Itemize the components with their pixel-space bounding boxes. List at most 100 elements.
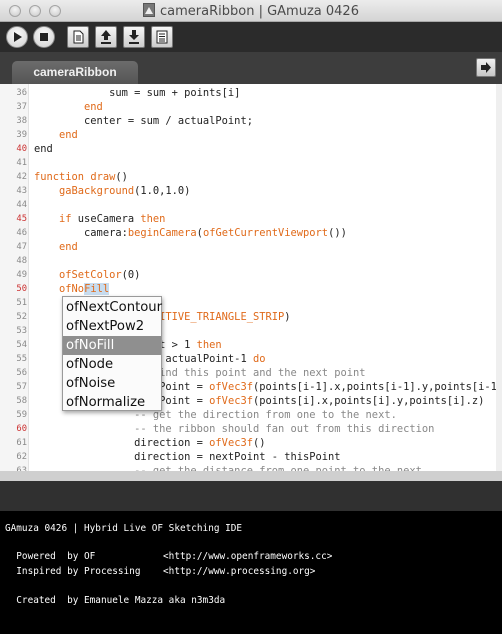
document-icon xyxy=(73,30,84,44)
code-line: 61 direction = ofVec3f() xyxy=(0,436,500,450)
line-number: 41 xyxy=(16,158,27,168)
code-line: 43 gaBackground(1.0,1.0) xyxy=(0,184,500,198)
line-number: 63 xyxy=(16,466,27,471)
code-text: camera:beginCamera(ofGetCurrentViewport(… xyxy=(34,227,347,239)
line-number: 61 xyxy=(16,438,27,448)
download-button[interactable] xyxy=(123,26,145,48)
autocomplete-item[interactable]: ofNoise xyxy=(63,374,161,393)
line-number: 53 xyxy=(16,326,27,336)
line-number: 50 xyxy=(16,284,27,294)
console-output: GAmuza 0426 | Hybrid Live OF Sketching I… xyxy=(0,511,502,634)
code-text: ofSetColor(0) xyxy=(59,269,141,281)
code-line: 38 center = sum / actualPoint; xyxy=(0,114,500,128)
line-number: 52 xyxy=(16,312,27,322)
code-line: 40 end xyxy=(0,142,500,156)
line-number: 47 xyxy=(16,242,27,252)
code-line: 47 end xyxy=(0,240,500,254)
code-text: gaBackground(1.0,1.0) xyxy=(59,185,191,197)
window-title: cameraRibbon | GAmuza 0426 xyxy=(160,4,359,19)
line-number: 37 xyxy=(16,102,27,112)
code-text: function draw() xyxy=(34,171,128,183)
window-title-area: cameraRibbon | GAmuza 0426 xyxy=(0,3,502,19)
line-number: 42 xyxy=(16,172,27,182)
line-number: 60 xyxy=(16,424,27,434)
code-text: direction = nextPoint - thisPoint xyxy=(34,451,341,463)
next-tab-button[interactable] xyxy=(476,58,496,77)
line-number: 56 xyxy=(16,368,27,378)
code-line: 50 ofNoFill xyxy=(0,282,500,296)
code-line: 36 sum = sum + points[i] xyxy=(0,86,500,100)
code-line: 49 ofSetColor(0) xyxy=(0,268,500,282)
code-editor[interactable]: 36 sum = sum + points[i] 37 end 38 cente… xyxy=(0,84,502,471)
editor-scrollbar[interactable] xyxy=(496,84,502,471)
line-number: 59 xyxy=(16,410,27,420)
line-number: 48 xyxy=(16,256,27,266)
document-proxy-icon xyxy=(143,3,156,17)
line-number: 54 xyxy=(16,340,27,350)
code-line: 46 camera:beginCamera(ofGetCurrentViewpo… xyxy=(0,226,500,240)
code-text: end xyxy=(59,129,78,141)
code-text: direction = ofVec3f() xyxy=(34,437,266,449)
play-icon xyxy=(14,32,22,42)
line-number: 62 xyxy=(16,452,27,462)
code-text: -- get the distance from one point to th… xyxy=(34,465,422,471)
autocomplete-item-selected[interactable]: ofNoFill xyxy=(63,336,161,355)
code-text: ofNoFill xyxy=(59,283,110,295)
console-line: GAmuza 0426 | Hybrid Live OF Sketching I… xyxy=(5,523,243,534)
download-icon xyxy=(129,30,139,44)
code-line: 62 direction = nextPoint - thisPoint xyxy=(0,450,500,464)
list-icon xyxy=(156,30,168,44)
code-text: end xyxy=(84,101,103,113)
pane-splitter[interactable] xyxy=(0,471,502,481)
stop-button[interactable] xyxy=(33,26,55,48)
code-text: end xyxy=(34,143,53,155)
line-number: 36 xyxy=(16,88,27,98)
code-text: if useCamera then xyxy=(59,213,166,225)
stop-icon xyxy=(40,33,48,41)
list-button[interactable] xyxy=(151,26,173,48)
upload-button[interactable] xyxy=(95,26,117,48)
tab-cameraRibbon[interactable]: cameraRibbon xyxy=(12,61,138,84)
code-text: sum = sum + points[i] xyxy=(34,87,241,99)
code-text: end xyxy=(59,241,78,253)
new-file-button[interactable] xyxy=(67,26,89,48)
line-number: 49 xyxy=(16,270,27,280)
console-line: Created by Emanuele Mazza aka n3m3da xyxy=(5,595,226,606)
code-line: 41 xyxy=(0,156,500,170)
code-text: -- the ribbon should fan out from this d… xyxy=(34,423,435,435)
line-number: 58 xyxy=(16,396,27,406)
code-line: 39 end xyxy=(0,128,500,142)
line-number: 44 xyxy=(16,200,27,210)
upload-icon xyxy=(101,30,111,44)
line-number: 57 xyxy=(16,382,27,392)
code-text: center = sum / actualPoint; xyxy=(34,115,253,127)
line-number: 46 xyxy=(16,228,27,238)
autocomplete-item[interactable]: ofNextPow2 xyxy=(63,317,161,336)
line-number: 45 xyxy=(16,214,27,224)
line-number: 43 xyxy=(16,186,27,196)
line-number: 55 xyxy=(16,354,27,364)
tab-bar: cameraRibbon xyxy=(0,52,502,84)
autocomplete-item[interactable]: ofNormalize xyxy=(63,393,161,412)
code-line: 37 end xyxy=(0,100,500,114)
autocomplete-item[interactable]: ofNode xyxy=(63,355,161,374)
line-number: 38 xyxy=(16,116,27,126)
code-line: 48 xyxy=(0,254,500,268)
console-header xyxy=(0,481,502,511)
code-line: 63 -- get the distance from one point to… xyxy=(0,464,500,471)
line-number: 51 xyxy=(16,298,27,308)
run-button[interactable] xyxy=(6,26,28,48)
line-number: 39 xyxy=(16,130,27,140)
arrow-right-icon xyxy=(481,62,491,73)
autocomplete-item[interactable]: ofNextContour xyxy=(63,298,162,317)
console-line: Inspired by Processing <http://www.proce… xyxy=(5,566,316,577)
autocomplete-popup: ofNextContour ofNextPow2 ofNoFill ofNode… xyxy=(62,296,162,411)
code-line: 44 xyxy=(0,198,500,212)
title-bar: cameraRibbon | GAmuza 0426 xyxy=(0,0,502,22)
console-line: Powered by OF <http://www.openframeworks… xyxy=(5,551,333,562)
line-number: 40 xyxy=(16,144,27,154)
toolbar xyxy=(0,22,502,52)
code-line: 45 if useCamera then xyxy=(0,212,500,226)
code-line: 42 function draw() xyxy=(0,170,500,184)
code-line: 60 -- the ribbon should fan out from thi… xyxy=(0,422,500,436)
